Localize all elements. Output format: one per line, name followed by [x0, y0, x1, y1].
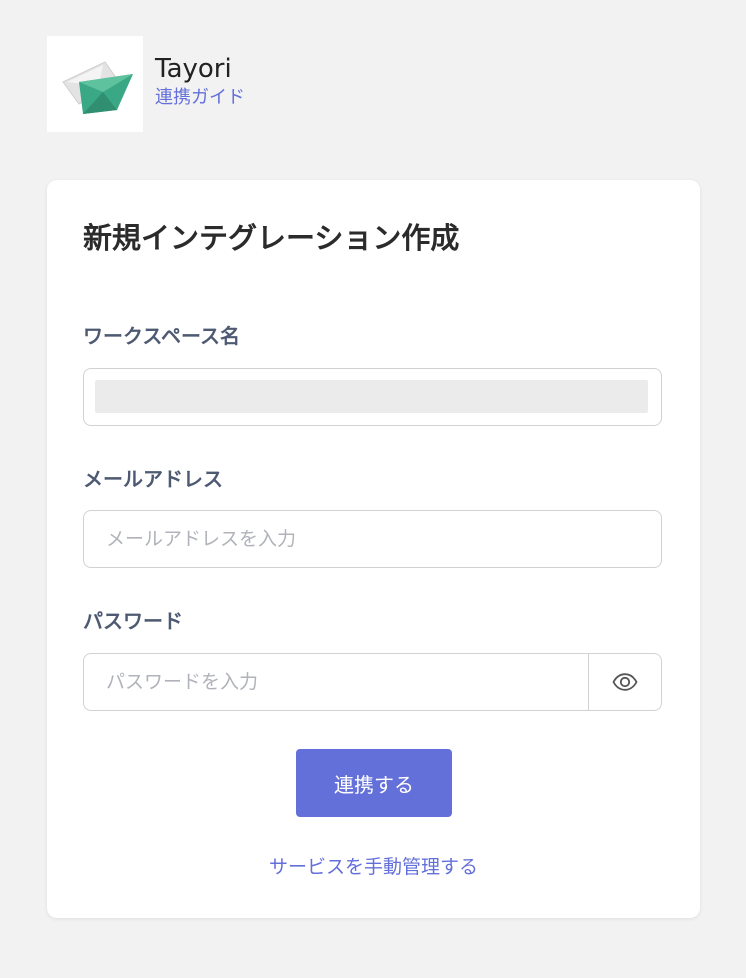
email-field[interactable]: [84, 511, 661, 567]
workspace-name-field[interactable]: [83, 368, 662, 426]
workspace-name-value: [95, 380, 648, 413]
connect-button[interactable]: 連携する: [296, 749, 452, 817]
workspace-name-label: ワークスペース名: [83, 324, 240, 348]
password-label: パスワード: [83, 609, 183, 633]
tayori-logo-icon: [62, 61, 133, 114]
email-label: メールアドレス: [83, 467, 223, 491]
integration-form-card: 新規インテグレーション作成 ワークスペース名 メールアドレス パスワード 連携す…: [47, 180, 700, 918]
password-field[interactable]: [84, 654, 588, 710]
manual-management-link[interactable]: サービスを手動管理する: [47, 853, 700, 881]
eye-icon: [612, 673, 638, 691]
integration-guide-link[interactable]: 連携ガイド: [155, 85, 245, 111]
email-field-wrapper: [83, 510, 662, 568]
app-logo: [47, 36, 143, 132]
page: Tayori 連携ガイド 新規インテグレーション作成 ワークスペース名 メールア…: [0, 0, 746, 978]
app-name: Tayori: [155, 54, 232, 84]
show-password-button[interactable]: [588, 654, 661, 710]
password-field-wrapper: [83, 653, 662, 711]
app-header: Tayori 連携ガイド: [47, 36, 245, 132]
app-meta: Tayori 連携ガイド: [155, 53, 245, 111]
form-title: 新規インテグレーション作成: [83, 221, 460, 255]
